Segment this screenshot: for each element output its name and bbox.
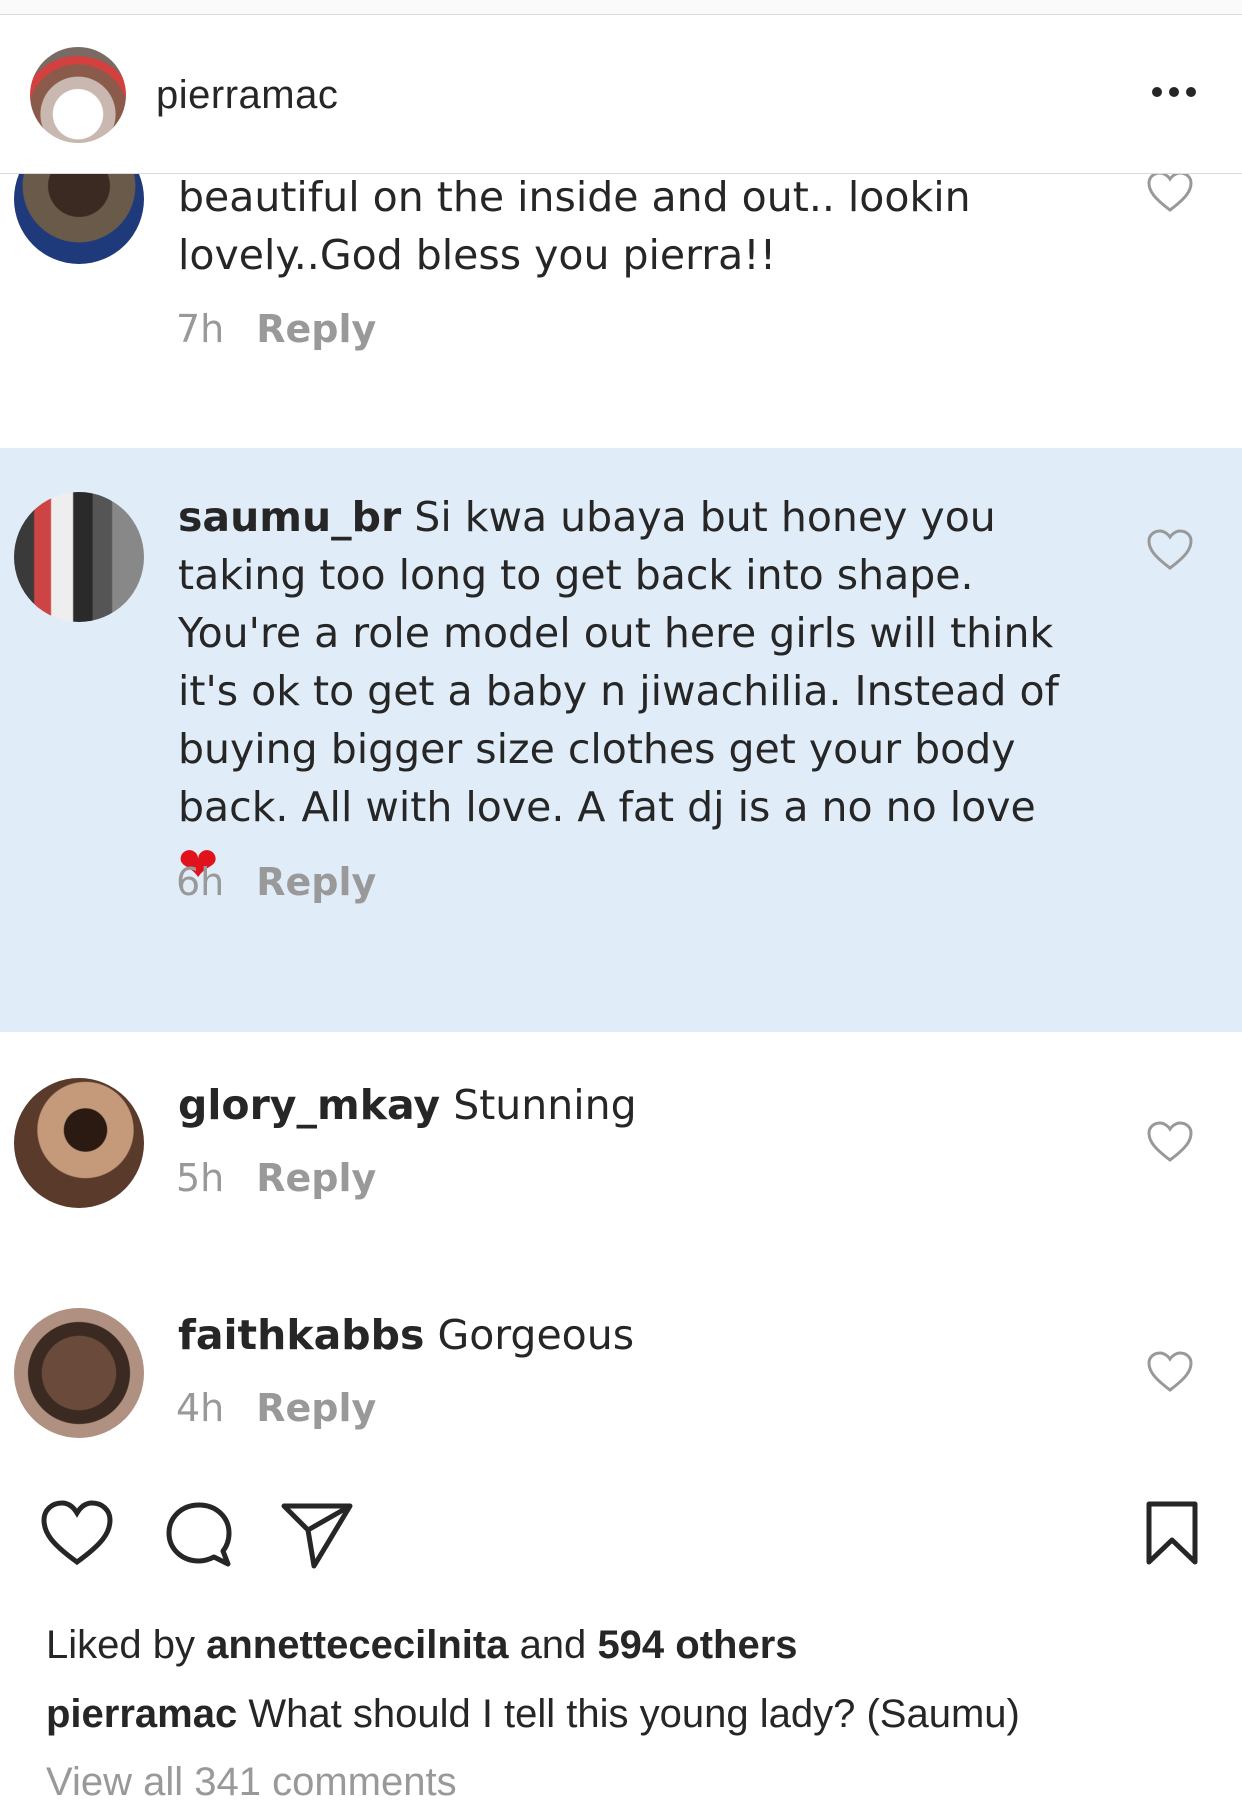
comment-time: 4h <box>176 1386 225 1430</box>
comment-meta: 5h Reply <box>176 1156 376 1200</box>
reply-button[interactable]: Reply <box>256 1156 376 1200</box>
more-horizontal-icon[interactable] <box>1152 87 1196 103</box>
author-avatar[interactable] <box>30 47 126 143</box>
likes-others-count[interactable]: 594 others <box>597 1623 797 1667</box>
comment-meta: 7h Reply <box>176 307 376 351</box>
liker-username[interactable]: annettececilnita <box>206 1623 508 1667</box>
comment-username[interactable]: glory_mkay <box>178 1081 440 1129</box>
reply-button[interactable]: Reply <box>256 307 376 351</box>
reply-button[interactable]: Reply <box>256 860 376 904</box>
comment-meta: 6h Reply <box>176 860 376 904</box>
like-comment-heart-icon[interactable] <box>1146 528 1194 572</box>
bookmark-icon[interactable] <box>1144 1500 1200 1566</box>
author-username[interactable]: pierramac <box>156 73 338 118</box>
post-header: pierramac <box>0 15 1242 174</box>
comment-time: 7h <box>176 307 225 351</box>
comment-text: saumu_br Si kwa ubaya but honey you taki… <box>178 493 1059 893</box>
comment-item: faithkabbs Gorgeous 4h Reply <box>0 1298 1242 1508</box>
commenter-avatar[interactable] <box>14 1078 144 1208</box>
comment-time: 6h <box>176 860 225 904</box>
likes-summary[interactable]: Liked by annettececilnita and 594 others <box>46 1623 798 1668</box>
caption-username[interactable]: pierramac <box>46 1692 237 1736</box>
comment-text: glory_mkay Stunning <box>178 1081 637 1129</box>
post-caption: pierramac What should I tell this young … <box>46 1692 1020 1737</box>
comment-time: 5h <box>176 1156 225 1200</box>
like-comment-heart-icon[interactable] <box>1146 170 1194 214</box>
send-icon[interactable] <box>280 1500 354 1570</box>
comment-icon[interactable] <box>164 1500 234 1570</box>
comment-username[interactable]: saumu_br <box>178 493 401 541</box>
comment-item-highlighted: saumu_br Si kwa ubaya but honey you taki… <box>0 448 1242 1032</box>
like-comment-heart-icon[interactable] <box>1146 1350 1194 1394</box>
post-actions-bar <box>0 1500 1242 1590</box>
commenter-avatar[interactable] <box>14 492 144 622</box>
comment-meta: 4h Reply <box>176 1386 376 1430</box>
comment-username[interactable]: faithkabbs <box>178 1311 424 1359</box>
heart-icon[interactable] <box>40 1500 114 1568</box>
comment-item: glory_mkay Stunning 5h Reply <box>0 1068 1242 1278</box>
commenter-avatar[interactable] <box>14 1308 144 1438</box>
comment-text: faithkabbs Gorgeous <box>178 1311 635 1359</box>
view-all-comments-link[interactable]: View all 341 comments <box>46 1760 457 1805</box>
status-bar-edge <box>0 0 1242 15</box>
caption-text: What should I tell this young lady? (Sau… <box>248 1692 1020 1736</box>
like-comment-heart-icon[interactable] <box>1146 1120 1194 1164</box>
reply-button[interactable]: Reply <box>256 1386 376 1430</box>
